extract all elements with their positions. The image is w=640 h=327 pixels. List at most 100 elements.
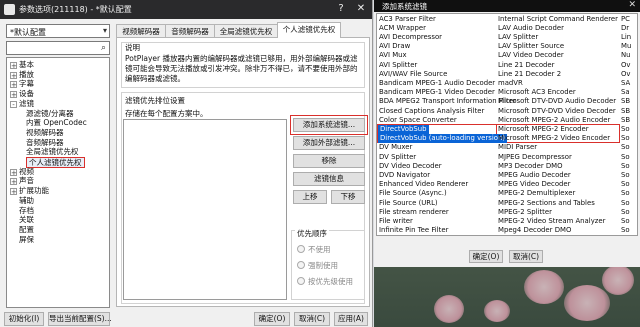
filter-row[interactable]: ACM Wrapper LAV Audio Decoder Dr [377, 24, 637, 33]
filter-row[interactable]: DirectVobSub (auto-loading version) Micro… [377, 134, 637, 144]
tree-item[interactable]: - 滤镜 [10, 99, 34, 108]
tree-item[interactable]: + 设备 [10, 89, 34, 99]
filter-name: File Source (URL) [379, 198, 438, 207]
filter-row[interactable]: Closed Captions Analysis Filter Microsoft… [377, 106, 637, 116]
tree-item[interactable]: 音频解码器 [26, 138, 64, 147]
filter-name: AC3 Parser Filter [379, 14, 436, 23]
dialog-cancel-button[interactable]: 取消(C) [509, 250, 543, 263]
filter-row[interactable]: AVI Decompressor LAV Splitter Lin [377, 33, 637, 42]
tree-item[interactable]: + 字幕 [10, 79, 34, 89]
filter-row[interactable]: Bandicam MPEG-1 Video Decoder Microsoft A… [377, 88, 637, 97]
filter-name: Ov [621, 60, 631, 69]
filter-row[interactable]: File Source (URL) MPEG-2 Sections and Tab… [377, 198, 637, 208]
filter-name: DV Video Decoder [379, 161, 442, 170]
move-down-button[interactable]: 下移 [331, 190, 365, 204]
wallpaper-blossom [564, 285, 610, 321]
initialize-button[interactable]: 初始化(I) [4, 312, 44, 326]
filter-row[interactable]: DirectVobSub Microsoft MPEG-2 Encoder So [377, 124, 637, 134]
filter-name: Microsoft MPEG-2 Encoder [498, 124, 589, 133]
tree-item[interactable]: 辅助 [10, 196, 34, 205]
filter-row[interactable]: Color Space Converter Microsoft MPEG-2 Au… [377, 116, 637, 125]
expand-icon[interactable]: + [10, 178, 17, 186]
tab-global-filter-priority[interactable]: 全局滤镜优先权 [214, 24, 278, 37]
tree-item[interactable]: 全局滤镜优先权 [26, 147, 79, 156]
radio-force-label: 强制使用 [308, 261, 338, 270]
tab-audio-decoder[interactable]: 音频解码器 [165, 24, 215, 37]
filter-listview[interactable]: AC3 Parser Filter Internal Script Command… [376, 13, 638, 236]
tree-item-label: 视频 [19, 166, 34, 176]
tree-item[interactable]: 配置 [10, 225, 34, 234]
tree-item[interactable]: + 播放 [10, 70, 34, 79]
tree-item[interactable]: + 声音 [10, 176, 34, 186]
radio-force[interactable]: 强制使用 [297, 260, 338, 271]
expand-icon[interactable]: + [10, 81, 17, 89]
filter-row[interactable]: File writer MPEG-2 Video Stream Analyzer S… [377, 216, 637, 226]
filter-name: File writer [379, 216, 413, 225]
filter-name: SB [621, 106, 631, 115]
expand-icon[interactable]: + [10, 91, 17, 99]
ok-button[interactable]: 确定(O) [254, 312, 290, 326]
filter-row[interactable]: DV Splitter MJPEG Decompressor So [377, 153, 637, 162]
filter-name: Internal Script Command Renderer [498, 14, 618, 23]
radio-icon [297, 245, 305, 253]
export-config-button[interactable]: 导出当前配置(S)... [48, 312, 112, 326]
filter-info-button[interactable]: 滤镜信息 [293, 172, 365, 186]
tab-personal-filter-priority[interactable]: 个人滤镜优先权 [277, 22, 341, 38]
expand-icon[interactable]: + [10, 188, 17, 196]
radio-disable[interactable]: 不使用 [297, 244, 331, 255]
filter-row[interactable]: Enhanced Video Renderer MPEG Video Decode… [377, 180, 637, 189]
help-icon[interactable]: ? [334, 2, 348, 16]
close-icon[interactable]: ✕ [354, 2, 368, 16]
filter-row[interactable]: AC3 Parser Filter Internal Script Command… [377, 14, 637, 24]
filter-row[interactable]: Infinite Pin Tee Filter Mpeg4 Decoder DMO… [377, 226, 637, 235]
tree-item[interactable]: 个人滤镜优先权 [26, 157, 85, 168]
close-icon[interactable]: ✕ [628, 0, 636, 10]
filter-name: Mpeg4 Decoder DMO [498, 226, 572, 235]
add-external-filter-button[interactable]: 添加外部滤镜... [293, 136, 365, 150]
wallpaper-blossom [602, 265, 634, 295]
filter-row[interactable]: AVI/WAV File Source Line 21 Decoder 2 Ov [377, 70, 637, 79]
tree-item[interactable]: 内置 OpenCodec [26, 118, 87, 127]
apply-button[interactable]: 应用(A) [334, 312, 368, 326]
expand-icon[interactable]: + [10, 71, 17, 79]
settings-tree[interactable]: + 基本 + 播放 + 字幕 + 设备 - 滤镜 源滤镜/分离器 内置 OpenCodec 视频解码器音… [6, 57, 110, 308]
tree-item[interactable]: + 基本 [10, 60, 34, 70]
tree-item[interactable]: 视频解码器 [26, 128, 64, 137]
filter-row[interactable]: Bandicam MPEG-1 Audio Decoder madVR SA [377, 79, 637, 88]
filter-row[interactable]: DV Muxer MIDI Parser So [377, 143, 637, 152]
tree-item[interactable]: 存档 [10, 206, 34, 215]
expand-icon[interactable]: + [10, 168, 17, 176]
filter-row[interactable]: File stream renderer MPEG-2 Splitter So [377, 207, 637, 217]
filter-row[interactable]: AVI Mux LAV Video Decoder Nu [377, 51, 637, 60]
remove-button[interactable]: 移除 [293, 154, 365, 168]
wallpaper-blossom [434, 295, 464, 323]
search-icon[interactable]: ⌕ [101, 43, 106, 53]
tree-item[interactable]: + 视频 [10, 167, 34, 176]
add-system-filter-button[interactable]: 添加系统滤镜... [290, 115, 368, 135]
tree-item[interactable]: 屏保 [10, 235, 34, 244]
tree-item[interactable]: + 扩展功能 [10, 186, 49, 196]
filter-row[interactable]: AVI Splitter Line 21 Decoder Ov [377, 60, 637, 70]
filter-row[interactable]: File Source (Async.) MPEG-2 Demultiplexer… [377, 189, 637, 198]
radio-by-priority[interactable]: 按优先级使用 [297, 276, 353, 287]
filter-list[interactable] [123, 119, 287, 300]
filter-row[interactable]: AVI Draw LAV Splitter Source Mu [377, 42, 637, 51]
preset-dropdown[interactable]: *默认配置 ▾ [6, 24, 110, 38]
dialog-ok-button[interactable]: 确定(O) [469, 250, 503, 263]
tab-video-decoder[interactable]: 视频解码器 [116, 24, 166, 37]
priority-group-title: 滤镜优先排位设置 [125, 96, 185, 105]
filter-name: So [621, 207, 630, 216]
tree-item[interactable]: 源滤镜/分离器 [26, 109, 74, 118]
filter-row[interactable]: BDA MPEG2 Transport Information Filter Mi… [377, 97, 637, 106]
search-input[interactable]: ⌕ [6, 41, 110, 55]
cancel-button[interactable]: 取消(C) [294, 312, 330, 326]
filter-name: Line 21 Decoder [498, 60, 555, 69]
filter-row[interactable]: DVD Navigator MPEG Audio Decoder So [377, 171, 637, 180]
tree-item-label: 个人滤镜优先权 [29, 158, 82, 167]
filter-name: MP3 Decoder DMO [498, 161, 563, 170]
filter-row[interactable]: DV Video Decoder MP3 Decoder DMO So [377, 161, 637, 171]
collapse-icon[interactable]: - [10, 100, 17, 108]
expand-icon[interactable]: + [10, 62, 17, 70]
tree-item[interactable]: 关联 [10, 215, 34, 224]
move-up-button[interactable]: 上移 [293, 190, 327, 204]
